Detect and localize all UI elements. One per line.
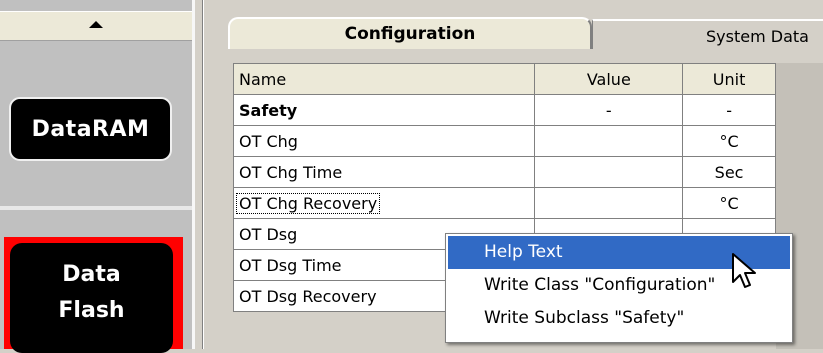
left-panel: DataRAM Data Flash xyxy=(0,0,192,353)
dataflash-selected-frame: Data Flash xyxy=(4,237,183,353)
dataflash-button[interactable]: Data Flash xyxy=(10,243,173,353)
table-row[interactable]: OT Chg °C xyxy=(232,125,776,157)
row-name[interactable]: OT Chg Time xyxy=(232,156,536,188)
table-row-selected[interactable]: OT Chg Recovery °C xyxy=(232,187,776,219)
row-value[interactable] xyxy=(534,187,684,219)
row-unit: °C xyxy=(682,125,776,157)
tab-system-data[interactable]: System Data xyxy=(592,19,823,51)
dataflash-label-line2: Flash xyxy=(58,298,125,323)
scroll-up-button[interactable] xyxy=(0,11,192,41)
tab-configuration[interactable]: Configuration xyxy=(228,17,592,49)
column-header-name[interactable]: Name xyxy=(232,63,536,95)
row-unit: °C xyxy=(682,187,776,219)
splitter[interactable] xyxy=(195,0,215,349)
scroll-up-arrow-icon xyxy=(89,21,103,28)
column-header-unit[interactable]: Unit xyxy=(682,63,776,95)
row-name[interactable]: Safety xyxy=(232,94,536,126)
row-value[interactable] xyxy=(534,156,684,188)
tab-system-data-label: System Data xyxy=(706,26,809,46)
table-row[interactable]: OT Chg Time Sec xyxy=(232,156,776,188)
dataram-button[interactable]: DataRAM xyxy=(9,97,172,161)
table-header-row: Name Value Unit xyxy=(232,63,776,95)
column-header-value[interactable]: Value xyxy=(534,63,684,95)
row-value[interactable]: - xyxy=(534,94,684,126)
panel-divider xyxy=(0,206,192,210)
mouse-pointer-icon xyxy=(732,253,756,288)
row-unit: - xyxy=(682,94,776,126)
dataflash-label-line1: Data xyxy=(62,262,121,287)
table-row[interactable]: Safety - - xyxy=(232,94,776,126)
row-name[interactable]: OT Chg Recovery xyxy=(232,187,536,219)
row-value[interactable] xyxy=(534,125,684,157)
menu-item-write-subclass[interactable]: Write Subclass "Safety" xyxy=(446,302,792,335)
focused-cell[interactable]: OT Chg Recovery xyxy=(236,192,381,214)
row-unit: Sec xyxy=(682,156,776,188)
row-name[interactable]: OT Chg xyxy=(232,125,536,157)
